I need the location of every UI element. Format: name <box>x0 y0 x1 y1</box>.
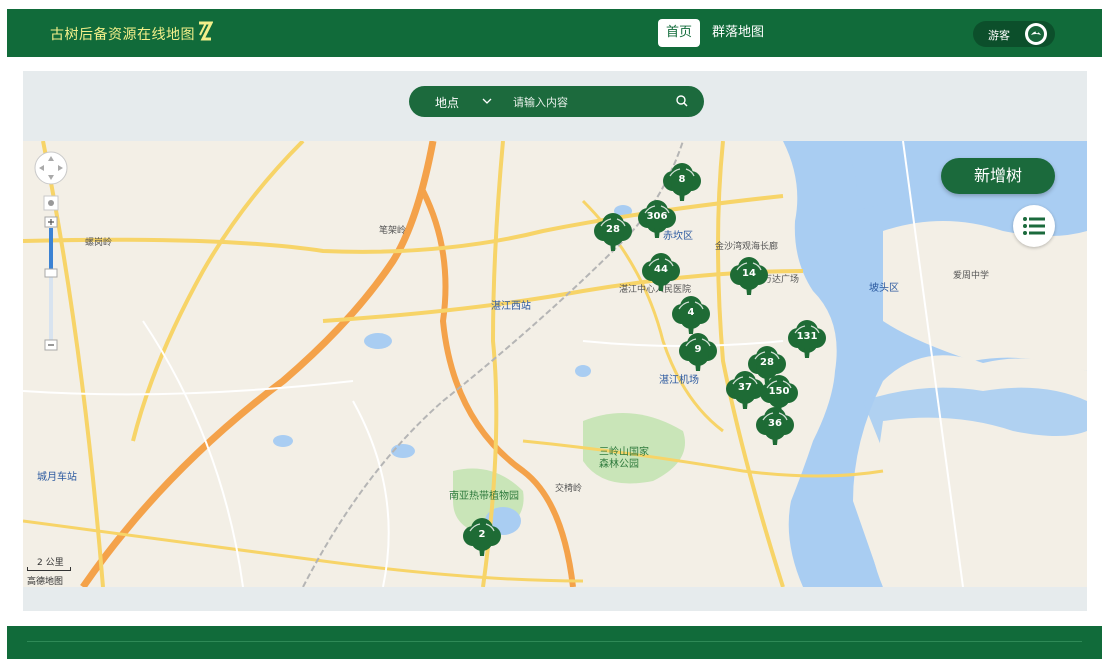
avatar-icon <box>1028 26 1044 42</box>
add-tree-button[interactable]: 新增树 <box>941 158 1055 194</box>
label-chengyue-station: 城月车站 <box>37 472 77 483</box>
tree-cluster-marker[interactable]: 9 <box>676 331 720 373</box>
search-icon[interactable] <box>675 94 689 108</box>
zoom-control <box>33 151 69 351</box>
logo-icon <box>199 21 213 41</box>
cluster-count: 36 <box>768 418 782 429</box>
tree-cluster-marker[interactable]: 4 <box>669 294 713 336</box>
label-bijia: 笔架岭 <box>379 226 407 236</box>
cluster-count: 9 <box>694 344 702 355</box>
label-kengtou: 坡头区 <box>869 283 899 294</box>
tree-cluster-marker[interactable]: 14 <box>727 255 771 297</box>
tree-cluster-marker[interactable]: 8 <box>660 161 704 203</box>
cluster-count: 150 <box>768 386 790 397</box>
label-luogang: 螺岗岭 <box>85 238 113 248</box>
search-input[interactable] <box>513 92 668 112</box>
label-airport: 湛江机场 <box>659 375 699 386</box>
cluster-count: 4 <box>687 307 695 318</box>
label-jiaoyi: 交椅岭 <box>555 484 583 494</box>
cluster-count: 306 <box>646 211 668 222</box>
site-title: 古树后备资源在线地图 <box>50 27 195 43</box>
scale-bar <box>27 567 71 571</box>
cluster-count: 28 <box>606 224 620 235</box>
cluster-count: 131 <box>796 331 818 342</box>
tree-cluster-marker[interactable]: 44 <box>639 251 683 293</box>
label-jinsha-bay: 金沙湾观海长廊 <box>715 242 779 252</box>
user-menu[interactable]: 游客 <box>973 21 1055 47</box>
avatar[interactable] <box>1025 23 1047 45</box>
tab-community-map[interactable]: 群落地图 <box>704 19 772 47</box>
label-forest-park: 三岭山国家森林公园 <box>599 447 649 470</box>
user-name: 游客 <box>988 29 1010 42</box>
list-view-button[interactable] <box>1013 205 1055 247</box>
zoom-slider-icon[interactable] <box>33 151 69 351</box>
map-panel: 地点 请输入内容 湛江西站 湛江机场 湛江中心人民医院 南亚热带植物园 三岭山国… <box>23 71 1087 611</box>
cluster-count: 28 <box>760 357 774 368</box>
label-zhanjiang-west: 湛江西站 <box>491 301 531 312</box>
map-provider-logo: 高德地图 <box>27 577 64 587</box>
chevron-down-icon[interactable] <box>481 95 493 107</box>
tree-cluster-marker[interactable]: 131 <box>785 318 829 360</box>
cluster-count: 44 <box>654 264 668 275</box>
list-icon <box>1023 217 1045 235</box>
tree-cluster-marker[interactable]: 36 <box>753 405 797 447</box>
footer-divider <box>27 641 1082 642</box>
footer <box>7 626 1102 659</box>
label-aizhou-school: 爱周中学 <box>953 271 990 281</box>
tree-cluster-marker[interactable]: 28 <box>591 211 635 253</box>
map-base-layer <box>23 141 1087 587</box>
cluster-count: 2 <box>478 529 486 540</box>
top-navbar: 古树后备资源在线地图 首页 群落地图 游客 <box>7 9 1102 57</box>
label-botanic-garden: 南亚热带植物园 <box>449 491 519 502</box>
search-type-select[interactable]: 地点 <box>435 94 459 111</box>
tab-home[interactable]: 首页 <box>658 19 701 47</box>
tree-cluster-marker[interactable]: 306 <box>635 198 679 240</box>
map-canvas[interactable]: 湛江西站 湛江机场 湛江中心人民医院 南亚热带植物园 三岭山国家森林公园 金沙湾… <box>23 141 1087 587</box>
search-bar: 地点 <box>409 86 704 117</box>
cluster-count: 14 <box>742 268 756 279</box>
cluster-count: 8 <box>678 174 686 185</box>
main-nav: 首页 群落地图 <box>658 19 772 47</box>
tree-cluster-marker[interactable]: 2 <box>460 516 504 558</box>
